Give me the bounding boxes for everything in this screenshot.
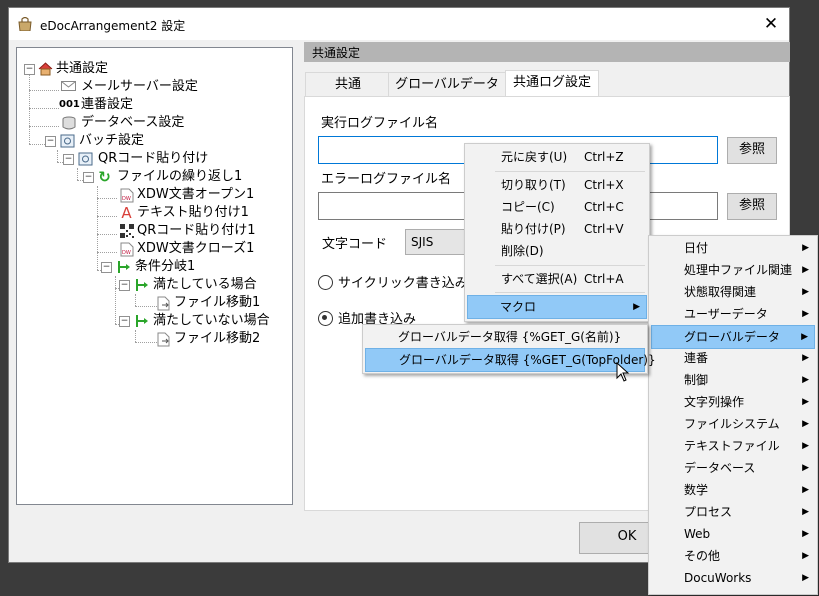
settings-tree[interactable]: − 共通設定 メールサーバー設定 001 連番設定 データベース設定 − バッチ…	[16, 47, 293, 505]
mouse-cursor-icon	[616, 361, 630, 382]
collapse-toggle[interactable]: −	[119, 316, 130, 327]
xdw-document-icon: DW	[119, 188, 134, 203]
section-header: 共通設定	[304, 42, 790, 62]
chevron-right-icon: ▶	[802, 441, 809, 451]
chevron-right-icon: ▶	[801, 332, 808, 342]
macro-item-processing-file[interactable]: 処理中ファイル関連 ▶	[651, 259, 815, 281]
collapse-toggle[interactable]: −	[63, 154, 74, 165]
text-a-icon: A	[121, 204, 132, 222]
macro-item-date[interactable]: 日付 ▶	[651, 237, 815, 259]
envelope-icon	[61, 80, 76, 94]
chevron-right-icon: ▶	[802, 243, 809, 253]
title-bar: eDocArrangement2 設定 ✕	[9, 8, 789, 40]
collapse-toggle[interactable]: −	[24, 64, 35, 75]
error-log-label: エラーログファイル名	[321, 172, 452, 187]
file-move-icon	[156, 332, 171, 347]
macro-item-control[interactable]: 制御 ▶	[651, 369, 815, 391]
menu-item-paste[interactable]: 貼り付け(P) Ctrl+V	[467, 218, 647, 240]
app-icon	[17, 16, 33, 32]
tab-global-data[interactable]: グローバルデータ	[388, 72, 506, 98]
macro-item-textfile[interactable]: テキストファイル ▶	[651, 435, 815, 457]
exec-log-label: 実行ログファイル名	[321, 116, 439, 131]
close-button[interactable]: ✕	[757, 11, 785, 37]
chevron-right-icon: ▶	[802, 265, 809, 275]
chevron-right-icon: ▶	[802, 551, 809, 561]
chevron-right-icon: ▶	[802, 397, 809, 407]
macro-item-docuworks[interactable]: DocuWorks ▶	[651, 567, 815, 589]
macro-item-serial[interactable]: 連番 ▶	[651, 347, 815, 369]
gear-document-icon	[60, 134, 75, 148]
tab-common-log[interactable]: 共通ログ設定	[505, 70, 599, 98]
gear-document-icon	[78, 152, 93, 166]
svg-text:DW: DW	[122, 196, 131, 202]
macro-item-other[interactable]: その他 ▶	[651, 545, 815, 567]
global-data-submenu: グローバルデータ取得 {%GET_G(名前)} グローバルデータ取得 {%GET…	[362, 324, 656, 374]
macro-item-filesystem[interactable]: ファイルシステム ▶	[651, 413, 815, 435]
chevron-right-icon: ▶	[802, 507, 809, 517]
file-move-icon	[156, 296, 171, 311]
macro-item-math[interactable]: 数学 ▶	[651, 479, 815, 501]
global-item-get-topfolder[interactable]: グローバルデータ取得 {%GET_G(TopFolder)}	[365, 348, 656, 372]
branch-icon	[134, 278, 149, 292]
chevron-right-icon: ▶	[802, 375, 809, 385]
chevron-right-icon: ▶	[802, 353, 809, 363]
menu-item-copy[interactable]: コピー(C) Ctrl+C	[467, 196, 647, 218]
tab-common[interactable]: 共通	[305, 72, 391, 98]
menu-item-select-all[interactable]: すべて選択(A) Ctrl+A	[467, 268, 647, 290]
chevron-right-icon: ▶	[802, 463, 809, 473]
chevron-right-icon: ▶	[802, 309, 809, 319]
macro-item-state[interactable]: 状態取得関連 ▶	[651, 281, 815, 303]
qr-code-icon	[119, 224, 134, 238]
menu-item-delete[interactable]: 削除(D)	[467, 240, 647, 262]
branch-icon	[116, 260, 131, 274]
cyclic-label: サイクリック書き込み	[338, 276, 468, 291]
chevron-right-icon: ▶	[802, 573, 809, 583]
collapse-toggle[interactable]: −	[101, 262, 112, 273]
context-menu: 元に戻す(U) Ctrl+Z 切り取り(T) Ctrl+X コピー(C) Ctrl+C…	[464, 143, 650, 322]
macro-item-process[interactable]: プロセス ▶	[651, 501, 815, 523]
branch-icon	[134, 314, 149, 328]
loop-icon: ↻	[98, 168, 111, 186]
chevron-right-icon: ▶	[633, 302, 640, 312]
svg-text:DW: DW	[122, 250, 131, 256]
chevron-right-icon: ▶	[802, 485, 809, 495]
collapse-toggle[interactable]: −	[119, 280, 130, 291]
window-title: eDocArrangement2 設定	[40, 19, 186, 33]
browse-button[interactable]: 参照	[727, 137, 777, 164]
append-radio[interactable]	[318, 311, 333, 326]
encoding-label: 文字コード	[322, 237, 388, 252]
global-item-get-by-name[interactable]: グローバルデータ取得 {%GET_G(名前)}	[365, 326, 645, 348]
chevron-right-icon: ▶	[802, 419, 809, 429]
browse-button[interactable]: 参照	[727, 193, 777, 220]
collapse-toggle[interactable]: −	[83, 172, 94, 183]
macro-item-user-data[interactable]: ユーザーデータ ▶	[651, 303, 815, 325]
menu-item-macro[interactable]: マクロ ▶	[467, 295, 647, 319]
chevron-right-icon: ▶	[802, 287, 809, 297]
database-icon	[61, 116, 76, 130]
collapse-toggle[interactable]: −	[45, 136, 56, 147]
house-icon	[38, 62, 53, 76]
number-icon: 001	[59, 99, 80, 110]
xdw-document-icon: DW	[119, 242, 134, 257]
macro-item-database[interactable]: データベース ▶	[651, 457, 815, 479]
chevron-right-icon: ▶	[802, 529, 809, 539]
cyclic-radio[interactable]	[318, 275, 333, 290]
macro-item-global-data[interactable]: グローバルデータ ▶	[651, 325, 815, 349]
menu-item-undo[interactable]: 元に戻す(U) Ctrl+Z	[467, 146, 647, 168]
menu-item-cut[interactable]: 切り取り(T) Ctrl+X	[467, 174, 647, 196]
macro-item-string[interactable]: 文字列操作 ▶	[651, 391, 815, 413]
macro-submenu: 日付 ▶ 処理中ファイル関連 ▶ 状態取得関連 ▶ ユーザーデータ ▶ グローバルデータ…	[648, 235, 818, 595]
macro-item-web[interactable]: Web ▶	[651, 523, 815, 545]
